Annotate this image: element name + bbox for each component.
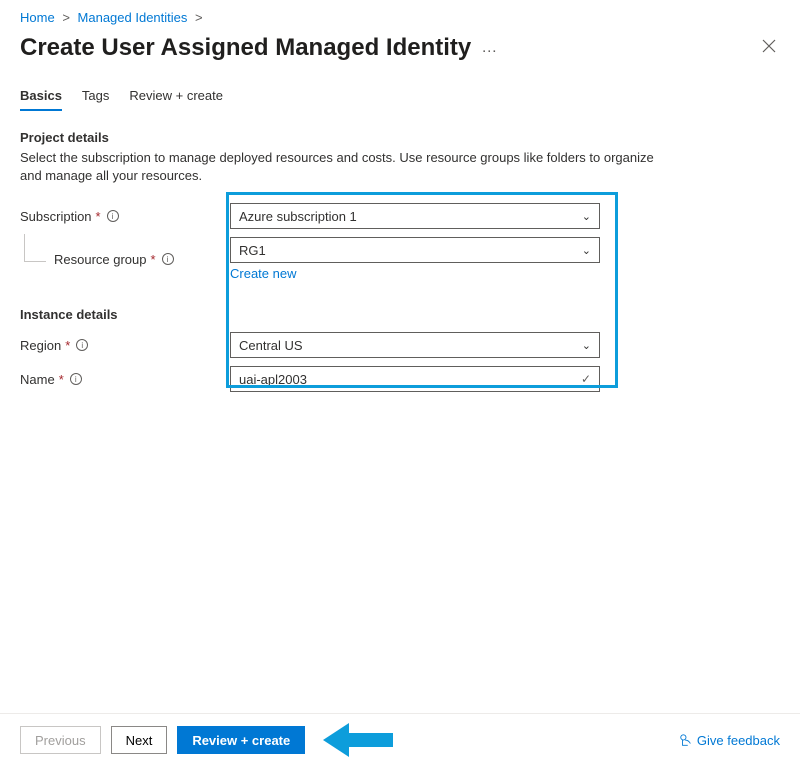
create-new-link[interactable]: Create new	[230, 266, 296, 281]
subscription-label: Subscription	[20, 209, 92, 224]
required-marker: *	[65, 338, 70, 353]
required-marker: *	[59, 372, 64, 387]
chevron-down-icon: ⌄	[582, 244, 591, 257]
required-marker: *	[96, 209, 101, 224]
next-button[interactable]: Next	[111, 726, 168, 754]
feedback-label: Give feedback	[697, 733, 780, 748]
required-marker: *	[151, 252, 156, 267]
subscription-value: Azure subscription 1	[239, 209, 357, 224]
footer-bar: Previous Next Review + create Give feedb…	[0, 713, 800, 766]
review-create-button[interactable]: Review + create	[177, 726, 305, 754]
info-icon[interactable]: i	[107, 210, 119, 222]
give-feedback-link[interactable]: Give feedback	[679, 733, 780, 748]
tree-line	[24, 234, 46, 262]
region-label: Region	[20, 338, 61, 353]
chevron-down-icon: ⌄	[582, 339, 591, 352]
breadcrumb-sep: >	[62, 10, 70, 25]
name-input[interactable]: uai-apl2003 ✓	[230, 366, 600, 392]
close-icon	[762, 39, 776, 53]
region-dropdown[interactable]: Central US ⌄	[230, 332, 600, 358]
breadcrumb-home[interactable]: Home	[20, 10, 55, 25]
breadcrumb-sep: >	[195, 10, 203, 25]
check-icon: ✓	[581, 372, 591, 386]
tab-review-create[interactable]: Review + create	[129, 88, 223, 111]
tab-basics[interactable]: Basics	[20, 88, 62, 111]
name-value: uai-apl2003	[239, 372, 307, 387]
breadcrumb-managed-identities[interactable]: Managed Identities	[78, 10, 188, 25]
resource-group-dropdown[interactable]: RG1 ⌄	[230, 237, 600, 263]
more-menu-icon[interactable]: …	[481, 39, 498, 57]
previous-button[interactable]: Previous	[20, 726, 101, 754]
tab-tags[interactable]: Tags	[82, 88, 109, 111]
tabs: Basics Tags Review + create	[0, 70, 800, 112]
info-icon[interactable]: i	[70, 373, 82, 385]
chevron-down-icon: ⌄	[582, 210, 591, 223]
info-icon[interactable]: i	[76, 339, 88, 351]
info-icon[interactable]: i	[162, 253, 174, 265]
region-value: Central US	[239, 338, 303, 353]
subscription-dropdown[interactable]: Azure subscription 1 ⌄	[230, 203, 600, 229]
annotation-arrow	[323, 727, 393, 753]
project-details-desc: Select the subscription to manage deploy…	[20, 149, 660, 185]
resource-group-value: RG1	[239, 243, 266, 258]
instance-details-heading: Instance details	[20, 307, 780, 322]
close-button[interactable]	[758, 33, 780, 62]
page-title: Create User Assigned Managed Identity	[20, 34, 471, 62]
feedback-icon	[679, 733, 693, 747]
breadcrumb: Home > Managed Identities >	[0, 0, 800, 29]
resource-group-label: Resource group	[54, 252, 147, 267]
project-details-heading: Project details	[20, 130, 780, 145]
name-label: Name	[20, 372, 55, 387]
